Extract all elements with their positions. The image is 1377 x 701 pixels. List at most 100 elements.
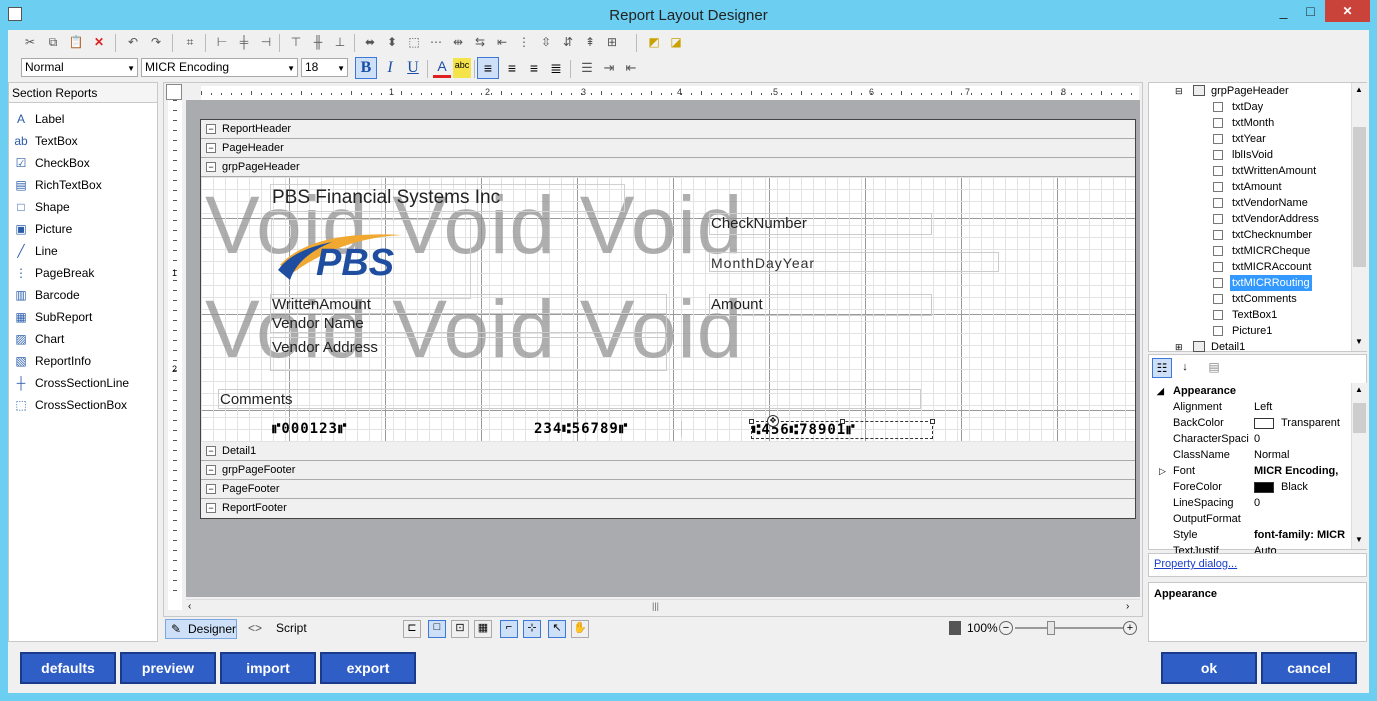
ok-button[interactable]: ok [1161, 652, 1257, 684]
same-width-icon[interactable]: ⬌ [362, 34, 378, 50]
tree-node-detail[interactable]: ⊞ Detail1 [1149, 339, 1349, 355]
redo-icon[interactable]: ↷ [148, 34, 164, 50]
tree-node-control[interactable]: txtMICRRouting [1149, 275, 1349, 291]
snap-icon[interactable]: ⊞ [604, 34, 620, 50]
hspace-remove-icon[interactable]: ⇤ [494, 34, 510, 50]
bring-front-icon[interactable]: ◩ [646, 34, 662, 50]
property-dialog-link[interactable]: Property dialog... [1154, 558, 1237, 570]
tree-node-control[interactable]: txtVendorName [1149, 195, 1349, 211]
grid-icon[interactable]: ▦ [474, 620, 492, 638]
highlight-icon[interactable]: abc [453, 58, 471, 78]
property-row[interactable]: ▷ Font MICR Encoding, [1149, 463, 1349, 479]
vspace-remove-icon[interactable]: ⇞ [582, 34, 598, 50]
tree-node-control[interactable]: txtMICRAccount [1149, 259, 1349, 275]
align-tops-icon[interactable]: ⊤ [288, 34, 304, 50]
hand-icon[interactable]: ✋ [571, 620, 589, 638]
toolbox-item-chart[interactable]: ▨ Chart [9, 328, 157, 350]
property-row[interactable]: LineSpacing 0 [1149, 495, 1349, 511]
scroll-thumb[interactable]: ||| [652, 601, 659, 611]
sort-az-icon[interactable]: ↓ [1175, 358, 1195, 378]
logo-picture[interactable]: PBS [271, 219, 471, 299]
snap-grid-icon[interactable]: ⊹ [523, 620, 541, 638]
categorized-icon[interactable]: ☷ [1152, 358, 1172, 378]
tree-node-control[interactable]: Picture1 [1149, 323, 1349, 339]
vspace-decrease-icon[interactable]: ⇵ [560, 34, 576, 50]
grid-dots-icon[interactable]: ⊡ [451, 620, 469, 638]
dimension-lines-icon[interactable]: □ [428, 620, 446, 638]
tree-node-control[interactable]: txtYear [1149, 131, 1349, 147]
cancel-button[interactable]: cancel [1261, 652, 1357, 684]
vspace-increase-icon[interactable]: ⇳ [538, 34, 554, 50]
indent-icon[interactable]: ⇥ [599, 58, 619, 78]
export-button[interactable]: export [320, 652, 416, 684]
property-value[interactable]: font-family: MICR [1254, 527, 1354, 543]
outdent-icon[interactable]: ⇤ [621, 58, 641, 78]
move-handle-icon[interactable]: ✥ [767, 415, 779, 427]
tree-node-control[interactable]: txtComments [1149, 291, 1349, 307]
band-page-footer[interactable]: − PageFooter [201, 480, 1135, 499]
size-combo[interactable]: 18 ▼ [301, 58, 348, 77]
justify-icon[interactable]: ≣ [546, 58, 566, 78]
property-row[interactable]: BackColor Transparent [1149, 415, 1349, 431]
property-value[interactable]: Black [1281, 479, 1351, 495]
align-left-icon[interactable]: ≡ [477, 57, 499, 79]
h-scrollbar[interactable]: ‹ ||| › [186, 599, 1140, 615]
zoom-in-icon[interactable]: + [1123, 621, 1137, 635]
bullets-icon[interactable]: ☰ [577, 58, 597, 78]
property-value[interactable]: Transparent [1281, 415, 1351, 431]
property-value[interactable]: Left [1254, 399, 1354, 415]
company-name-label[interactable]: PBS Financial Systems Inc [270, 184, 625, 212]
date-field[interactable]: MonthDayYear [709, 252, 999, 272]
tree-node-grp-page-header[interactable]: ⊟ grpPageHeader [1149, 83, 1349, 99]
check-number-field[interactable]: CheckNumber [709, 213, 932, 235]
toolbox-item-crosssectionline[interactable]: ┼ CrossSectionLine [9, 372, 157, 394]
toolbox-item-picture[interactable]: ▣ Picture [9, 218, 157, 240]
tree-node-control[interactable]: txtDay [1149, 99, 1349, 115]
toolbox-item-subreport[interactable]: ▦ SubReport [9, 306, 157, 328]
collapse-icon[interactable]: − [206, 446, 216, 456]
align-middles-icon[interactable]: ╫ [310, 34, 326, 50]
props-scrollbar[interactable]: ▲ ▼ [1351, 383, 1367, 549]
preview-button[interactable]: preview [120, 652, 216, 684]
pointer-icon[interactable]: ↖ [548, 620, 566, 638]
tree-node-control[interactable]: txtMonth [1149, 115, 1349, 131]
hspace-increase-icon[interactable]: ⇹ [450, 34, 466, 50]
micr-routing-field[interactable]: 234⑆56789⑈ [534, 421, 682, 437]
toolbox-item-barcode[interactable]: ▥ Barcode [9, 284, 157, 306]
toolbox-item-line[interactable]: ╱ Line [9, 240, 157, 262]
hspace-equal-icon[interactable]: ⋯ [428, 34, 444, 50]
scroll-down-icon[interactable]: ▼ [1355, 337, 1363, 346]
vspace-equal-icon[interactable]: ⋮ [516, 34, 532, 50]
toolbox-item-label[interactable]: A Label [9, 108, 157, 130]
scroll-thumb[interactable] [1353, 403, 1366, 433]
hspace-decrease-icon[interactable]: ⇆ [472, 34, 488, 50]
band-grp-page-footer[interactable]: − grpPageFooter [201, 461, 1135, 480]
collapse-icon[interactable]: − [206, 484, 216, 494]
collapse-icon[interactable]: ⊟ [1175, 83, 1183, 99]
property-row[interactable]: Alignment Left [1149, 399, 1349, 415]
align-bottoms-icon[interactable]: ⊥ [332, 34, 348, 50]
zoom-out-icon[interactable]: − [999, 621, 1013, 635]
underline-button[interactable]: U [403, 58, 423, 78]
micr-cheque-field[interactable]: ⑈000123⑈ [272, 421, 347, 437]
toolbox-item-crosssectionbox[interactable]: ⬚ CrossSectionBox [9, 394, 157, 416]
select-all-corner[interactable] [166, 84, 182, 100]
scroll-thumb[interactable] [1353, 127, 1366, 267]
property-row[interactable]: CharacterSpaci 0 [1149, 431, 1349, 447]
written-amount-field[interactable]: WrittenAmount [270, 294, 667, 314]
align-grid-icon[interactable]: ⌗ [182, 34, 198, 50]
style-combo[interactable]: Normal ▼ [21, 58, 138, 77]
collapse-icon[interactable]: − [206, 124, 216, 134]
undo-icon[interactable]: ↶ [125, 34, 141, 50]
property-value[interactable]: 0 [1254, 431, 1354, 447]
band-page-header[interactable]: − PageHeader [201, 139, 1135, 158]
resize-handle[interactable] [930, 419, 935, 424]
property-value[interactable]: Normal [1254, 447, 1354, 463]
copy-icon[interactable]: ⧉ [45, 34, 61, 50]
scroll-right-icon[interactable]: › [1126, 601, 1129, 612]
toolbox-item-pagebreak[interactable]: ⋮ PageBreak [9, 262, 157, 284]
vendor-address-field[interactable]: Vendor Address [270, 337, 667, 371]
send-back-icon[interactable]: ◪ [668, 34, 684, 50]
tree-node-control[interactable]: txtAmount [1149, 179, 1349, 195]
scroll-up-icon[interactable]: ▲ [1355, 85, 1363, 94]
